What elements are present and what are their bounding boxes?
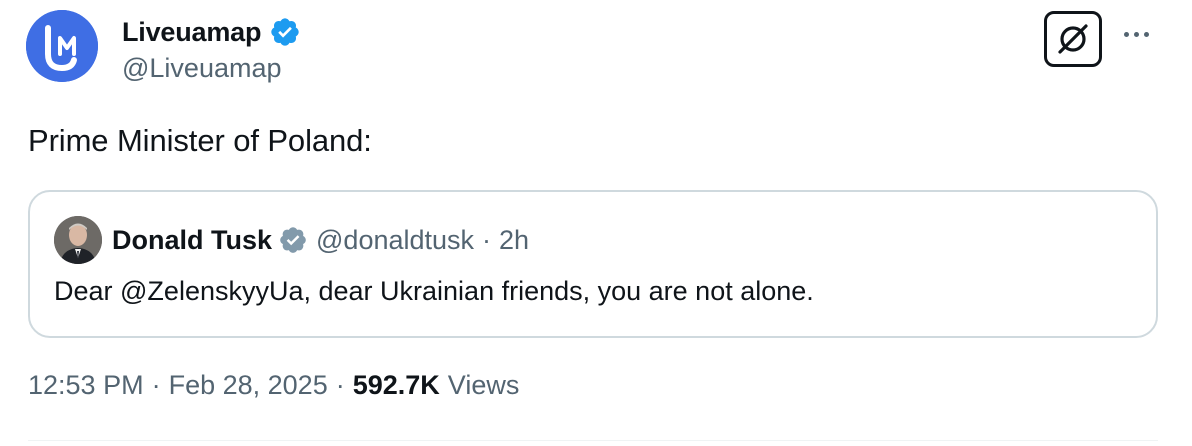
tweet-meta: 12:53 PM · Feb 28, 2025 · 592.7K Views: [28, 370, 519, 401]
author-avatar[interactable]: [26, 10, 98, 82]
separator-dot: ·: [482, 224, 492, 255]
quoted-author-name[interactable]: Donald Tusk: [112, 225, 272, 256]
quoted-author-handle[interactable]: @donaldtusk: [316, 225, 474, 256]
more-icon-dot: [1134, 31, 1139, 37]
grey-verified-badge-icon[interactable]: [278, 225, 308, 255]
quoted-tweet-card[interactable]: Donald Tusk @donaldtusk · 2h Dear @Zelen…: [28, 190, 1158, 338]
more-options-button[interactable]: [1124, 24, 1160, 44]
views-label: Views: [447, 370, 520, 400]
author-handle[interactable]: @Liveuamap: [122, 53, 282, 84]
quoted-author-avatar[interactable]: [54, 216, 102, 264]
separator-dot: ·: [151, 370, 161, 400]
verified-badge-icon[interactable]: [269, 16, 301, 48]
separator-dot: ·: [335, 370, 345, 400]
tweet-text: Prime Minister of Poland:: [28, 123, 372, 158]
tweet-date[interactable]: Feb 28, 2025: [169, 370, 328, 401]
quoted-tweet-header: Donald Tusk @donaldtusk · 2h: [112, 220, 529, 260]
tweet: Liveuamap @Liveuamap Prime Minister of P…: [0, 0, 1192, 446]
person-avatar-icon: [54, 216, 102, 264]
divider: [28, 440, 1158, 441]
quoted-tweet-text: Dear @ZelenskyyUa, dear Ukrainian friend…: [54, 276, 814, 306]
more-icon-dot: [1144, 31, 1149, 37]
quoted-tweet-time[interactable]: 2h: [499, 225, 529, 256]
more-icon: [1124, 31, 1129, 37]
tweet-time[interactable]: 12:53 PM: [28, 370, 144, 401]
liveuamap-logo-icon: [26, 10, 98, 82]
author-display-name[interactable]: Liveuamap: [122, 17, 261, 48]
grok-button[interactable]: [1044, 11, 1102, 67]
views-count[interactable]: 592.7K: [353, 370, 440, 401]
grok-icon: [1058, 24, 1088, 54]
author-name-row: Liveuamap: [122, 14, 301, 50]
